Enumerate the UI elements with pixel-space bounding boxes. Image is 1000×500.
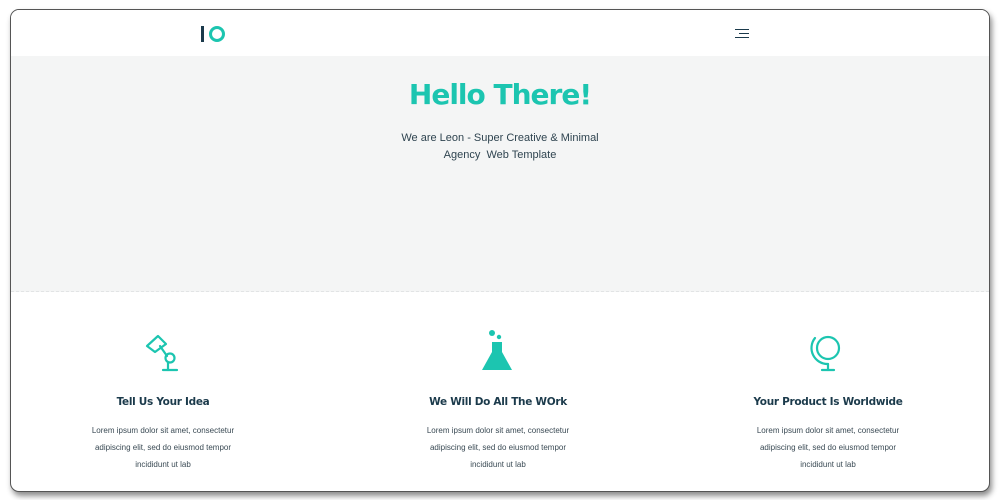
feature-text-line: incididunt ut lab — [800, 460, 856, 469]
feature-text-line: adipiscing elit, sed do eiusmod tempor — [759, 443, 897, 452]
flask-icon — [348, 330, 648, 374]
feature-text-line: Lorem ipsum dolor sit amet, consectetur — [756, 426, 900, 435]
menu-line — [735, 29, 749, 30]
hero-title: Hello There! — [408, 78, 592, 111]
site-header — [11, 10, 989, 56]
feature-description: Lorem ipsum dolor sit amet, consectetur … — [413, 422, 583, 473]
menu-line — [739, 33, 749, 34]
feature-title: We Will Do All The WOrk — [429, 396, 567, 408]
hero-subtitle-line-1: We are Leon - Super Creative & Minimal — [401, 132, 599, 144]
feature-description: Lorem ipsum dolor sit amet, consectetur … — [743, 422, 913, 473]
feature-description: Lorem ipsum dolor sit amet, consectetur … — [78, 422, 248, 473]
logo-ring — [209, 26, 225, 42]
feature-text-line: incididunt ut lab — [135, 460, 191, 469]
feature-text-line: adipiscing elit, sed do eiusmod tempor — [94, 443, 232, 452]
browser-frame: Hello There! We are Leon - Super Creativ… — [10, 9, 990, 492]
feature-card-work: We Will Do All The WOrk Lorem ipsum dolo… — [348, 330, 648, 473]
feature-text-line: Lorem ipsum dolor sit amet, consectetur — [426, 426, 570, 435]
logo-bar — [201, 26, 204, 42]
feature-card-idea: Tell Us Your Idea Lorem ipsum dolor sit … — [13, 330, 313, 473]
feature-title: Tell Us Your Idea — [116, 396, 210, 408]
hero-subtitle: We are Leon - Super Creative & Minimal A… — [11, 130, 989, 164]
hamburger-menu-icon[interactable] — [733, 28, 749, 40]
feature-text-line: adipiscing elit, sed do eiusmod tempor — [429, 443, 567, 452]
feature-card-worldwide: Your Product Is Worldwide Lorem ipsum do… — [678, 330, 978, 473]
feature-title: Your Product Is Worldwide — [753, 396, 903, 408]
logo[interactable] — [201, 25, 225, 43]
globe-icon — [678, 330, 978, 374]
hero-section: Hello There! We are Leon - Super Creativ… — [11, 56, 989, 292]
menu-line — [735, 37, 749, 38]
feature-text-line: incididunt ut lab — [470, 460, 526, 469]
feature-text-line: Lorem ipsum dolor sit amet, consectetur — [91, 426, 235, 435]
hero-subtitle-line-2: Agency Web Template — [443, 149, 557, 161]
desk-lamp-icon — [13, 330, 313, 374]
